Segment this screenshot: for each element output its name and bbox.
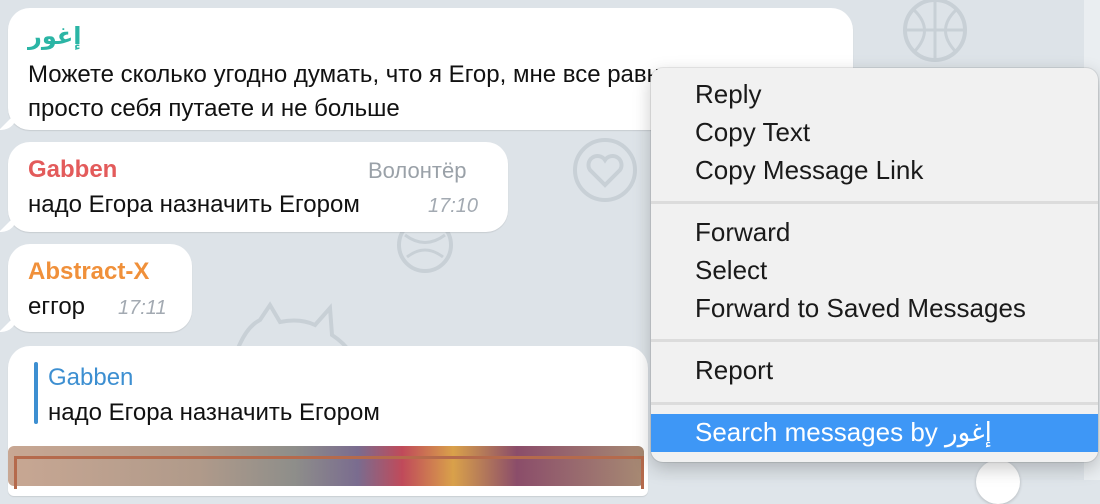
- menu-item-select[interactable]: Select: [651, 252, 1098, 290]
- context-menu: Reply Copy Text Copy Message Link Forwar…: [651, 68, 1098, 462]
- basketball-doodle-icon: [903, 0, 967, 62]
- message-bubble-3[interactable]: Abstract-X еггор 17:11: [8, 244, 192, 332]
- message-sender[interactable]: Gabben: [28, 156, 117, 184]
- photo-frame: [14, 456, 644, 489]
- message-text: еггор: [28, 293, 86, 320]
- sender-role-badge: Волонтёр: [368, 158, 467, 183]
- menu-item-forward[interactable]: Forward: [651, 214, 1098, 252]
- message-text-line-2: просто себя путаете и не больше: [28, 95, 400, 122]
- message-sender[interactable]: إغور: [28, 22, 81, 51]
- menu-separator: [651, 339, 1098, 342]
- reply-quote-bar: [34, 362, 38, 424]
- reply-text: надо Егора назначить Егором: [48, 399, 380, 426]
- menu-item-reply[interactable]: Reply: [651, 76, 1098, 114]
- message-sender[interactable]: Abstract-X: [28, 258, 149, 286]
- menu-item-copy-text[interactable]: Copy Text: [651, 114, 1098, 152]
- message-time: 17:10: [428, 195, 479, 217]
- menu-item-forward-to-saved[interactable]: Forward to Saved Messages: [651, 290, 1098, 328]
- message-text: надо Егора назначить Егором: [28, 191, 360, 218]
- reply-sender[interactable]: Gabben: [48, 364, 133, 392]
- message-text-line-1: Можете сколько угодно думать, что я Егор…: [28, 61, 717, 88]
- menu-separator: [651, 402, 1098, 405]
- message-bubble-2[interactable]: Gabben Волонтёр надо Егора назначить Его…: [8, 142, 508, 232]
- menu-item-report[interactable]: Report: [651, 352, 1098, 390]
- menu-item-search-messages-by-user[interactable]: Search messages by إغور: [651, 414, 1098, 452]
- message-time: 17:11: [118, 297, 167, 319]
- heart-doodle-icon: [573, 138, 637, 202]
- menu-separator: [651, 201, 1098, 204]
- menu-item-copy-message-link[interactable]: Copy Message Link: [651, 152, 1098, 190]
- scroll-down-button[interactable]: [976, 460, 1020, 504]
